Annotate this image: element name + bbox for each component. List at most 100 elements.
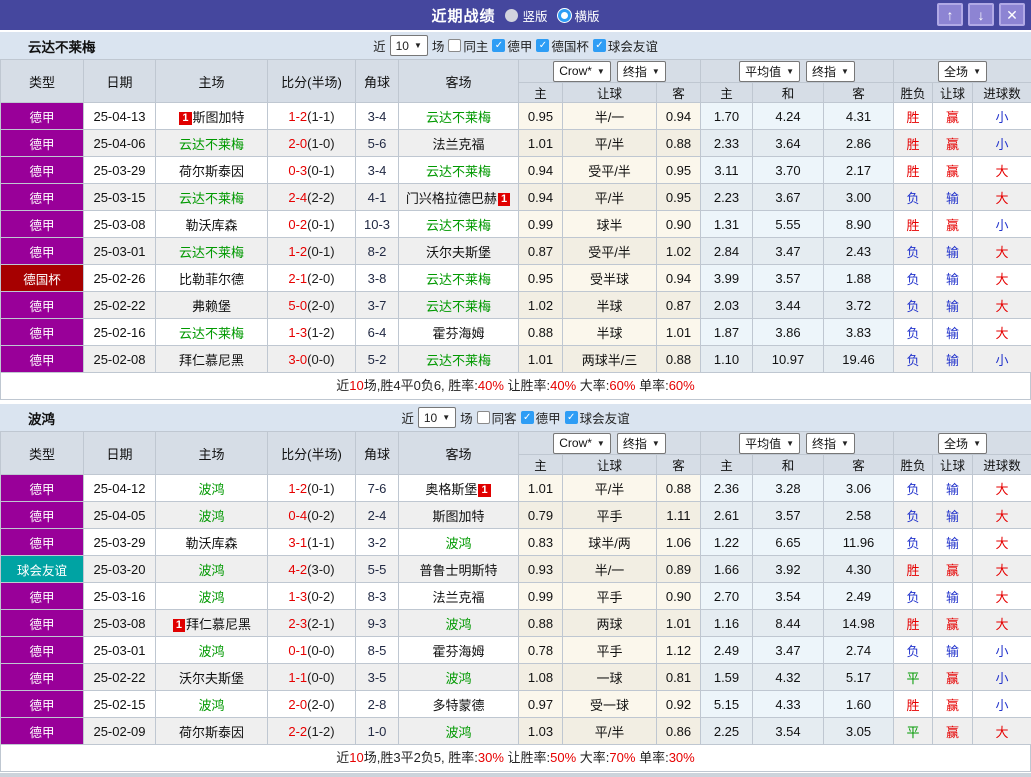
summary-segment: 近	[336, 378, 349, 393]
bookmaker-select[interactable]: Crow*▼	[553, 433, 611, 454]
col-date: 日期	[84, 432, 156, 475]
home-odds: 0.93	[519, 556, 563, 583]
away-team: 云达不莱梅	[399, 211, 519, 238]
full-time-score: 0-2	[288, 217, 307, 232]
col-avg-home: 主	[701, 83, 753, 103]
chevron-down-icon: ▼	[597, 439, 605, 448]
avg-draw-odds: 3.86	[753, 319, 824, 346]
match-count-select[interactable]: 10 ▼	[418, 407, 456, 428]
competition-badge: 德甲	[1, 157, 84, 184]
home-team: 云达不莱梅	[156, 319, 268, 346]
layout-radio-vertical[interactable]: 竖版	[505, 6, 547, 25]
full-time-score: 2-4	[288, 190, 307, 205]
league-filter[interactable]: ✓德甲	[492, 36, 532, 55]
half-time-score: (0-1)	[307, 217, 334, 232]
league-filter-label: 球会友谊	[608, 36, 658, 55]
checkbox-icon[interactable]: ✓	[492, 39, 505, 52]
avg-away-odds: 4.30	[824, 556, 894, 583]
avg-home-odds: 3.99	[701, 265, 753, 292]
match-row: 德甲25-04-12波鸿1-2(0-1)7-6奥格斯堡11.01平/半0.882…	[1, 475, 1031, 502]
same-venue-label: 同客	[492, 408, 517, 427]
league-filter[interactable]: ✓德甲	[521, 408, 561, 427]
handicap-line: 平手	[563, 502, 657, 529]
away-team: 波鸿	[399, 718, 519, 745]
checkbox-icon[interactable]: ✓	[593, 39, 606, 52]
match-date: 25-03-08	[84, 610, 156, 637]
full-time-score: 1-3	[288, 325, 307, 340]
result-handicap: 输	[933, 292, 973, 319]
result-winloss: 负	[894, 265, 933, 292]
avg-time-select[interactable]: 终指▼	[806, 433, 855, 454]
average-select[interactable]: 平均值▼	[739, 61, 800, 82]
result-goals: 小	[973, 691, 1031, 718]
league-filter[interactable]: ✓球会友谊	[565, 408, 630, 427]
layout-radio-horizontal[interactable]: 横版	[558, 6, 600, 25]
scroll-down-button[interactable]: ↓	[968, 3, 994, 26]
same-venue-filter[interactable]: 同主	[448, 36, 488, 55]
result-winloss: 平	[894, 664, 933, 691]
away-team: 斯图加特	[399, 502, 519, 529]
league-filter[interactable]: ✓球会友谊	[593, 36, 658, 55]
match-date: 25-03-29	[84, 529, 156, 556]
checkbox-icon[interactable]	[477, 411, 490, 424]
bookmaker-select[interactable]: Crow*▼	[553, 61, 611, 82]
away-odds: 0.81	[657, 664, 701, 691]
checkbox-icon[interactable]	[448, 39, 461, 52]
avg-away-odds: 2.74	[824, 637, 894, 664]
title-bar: 近期战绩 竖版 横版 ↑ ↓ ✕	[0, 0, 1031, 30]
corner-score: 3-4	[356, 103, 399, 130]
home-odds: 0.78	[519, 637, 563, 664]
home-odds: 0.88	[519, 610, 563, 637]
full-time-score: 3-1	[288, 535, 307, 550]
handicap-line: 平/半	[563, 130, 657, 157]
odds-time-select[interactable]: 终指▼	[617, 61, 666, 82]
handicap-line: 平/半	[563, 718, 657, 745]
chevron-down-icon: ▼	[597, 67, 605, 76]
home-team: 荷尔斯泰因	[156, 157, 268, 184]
avg-away-odds: 3.83	[824, 319, 894, 346]
chevron-down-icon: ▼	[973, 67, 981, 76]
checkbox-icon[interactable]: ✓	[536, 39, 549, 52]
result-winloss: 负	[894, 583, 933, 610]
result-goals: 大	[973, 157, 1031, 184]
half-time-score: (1-1)	[307, 109, 334, 124]
team-name-cell: 普鲁士明斯特	[419, 563, 497, 578]
result-winloss: 胜	[894, 130, 933, 157]
scroll-up-button[interactable]: ↑	[937, 3, 963, 26]
summary-segment: 30%	[669, 750, 695, 765]
period-select[interactable]: 全场▼	[938, 433, 987, 454]
result-handicap: 赢	[933, 556, 973, 583]
period-select[interactable]: 全场▼	[938, 61, 987, 82]
corner-score: 6-4	[356, 319, 399, 346]
team-name-cell: 波鸿	[445, 671, 471, 686]
odds-time-select[interactable]: 终指▼	[617, 433, 666, 454]
match-count-select[interactable]: 10 ▼	[390, 35, 428, 56]
radio-off-icon[interactable]	[505, 9, 518, 22]
away-odds: 0.89	[657, 556, 701, 583]
handicap-line: 平手	[563, 637, 657, 664]
full-time-score: 2-1	[288, 271, 307, 286]
col-date: 日期	[84, 60, 156, 103]
competition-badge: 德甲	[1, 637, 84, 664]
avg-away-odds: 3.72	[824, 292, 894, 319]
avg-draw-odds: 6.65	[753, 529, 824, 556]
league-filter[interactable]: ✓德国杯	[536, 36, 589, 55]
home-odds: 0.88	[519, 319, 563, 346]
checkbox-icon[interactable]: ✓	[565, 411, 578, 424]
home-odds: 0.99	[519, 583, 563, 610]
away-team: 云达不莱梅	[399, 157, 519, 184]
full-time-score: 4-2	[288, 562, 307, 577]
avg-home-odds: 5.15	[701, 691, 753, 718]
home-team: 勒沃库森	[156, 529, 268, 556]
avg-time-select[interactable]: 终指▼	[806, 61, 855, 82]
away-odds: 0.90	[657, 211, 701, 238]
close-button[interactable]: ✕	[999, 3, 1025, 26]
checkbox-icon[interactable]: ✓	[521, 411, 534, 424]
games-label: 场	[460, 408, 473, 427]
same-venue-filter[interactable]: 同客	[477, 408, 517, 427]
team-name-cell: 波鸿	[198, 644, 224, 659]
match-date: 25-02-15	[84, 691, 156, 718]
home-team: 波鸿	[156, 637, 268, 664]
radio-on-icon[interactable]	[558, 9, 571, 22]
average-select[interactable]: 平均值▼	[739, 433, 800, 454]
